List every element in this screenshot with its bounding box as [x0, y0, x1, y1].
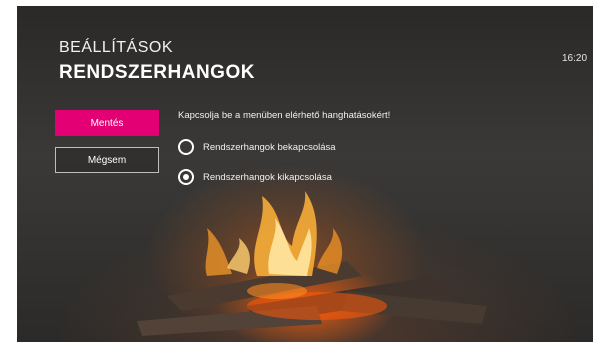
clock: 16:20: [562, 53, 588, 64]
tv-screen: BEÁLLÍTÁSOK RENDSZERHANGOK 16:20 Mentés …: [17, 6, 593, 342]
cancel-button[interactable]: Mégsem: [55, 147, 159, 173]
radio-option-sounds-on[interactable]: Rendszerhangok bekapcsolása: [178, 138, 336, 156]
radio-option-sounds-off[interactable]: Rendszerhangok kikapcsolása: [178, 168, 332, 186]
option-label: Rendszerhangok bekapcsolása: [203, 141, 336, 153]
radio-unchecked-icon[interactable]: [178, 139, 194, 155]
radio-dot-icon: [183, 174, 189, 180]
page-title: RENDSZERHANGOK: [59, 62, 255, 83]
section-title: BEÁLLÍTÁSOK: [59, 39, 173, 56]
option-label: Rendszerhangok kikapcsolása: [203, 171, 332, 183]
radio-checked-icon[interactable]: [178, 169, 194, 185]
instruction-text: Kapcsolja be a menüben elérhető hanghatá…: [178, 110, 391, 121]
save-button[interactable]: Mentés: [55, 110, 159, 136]
